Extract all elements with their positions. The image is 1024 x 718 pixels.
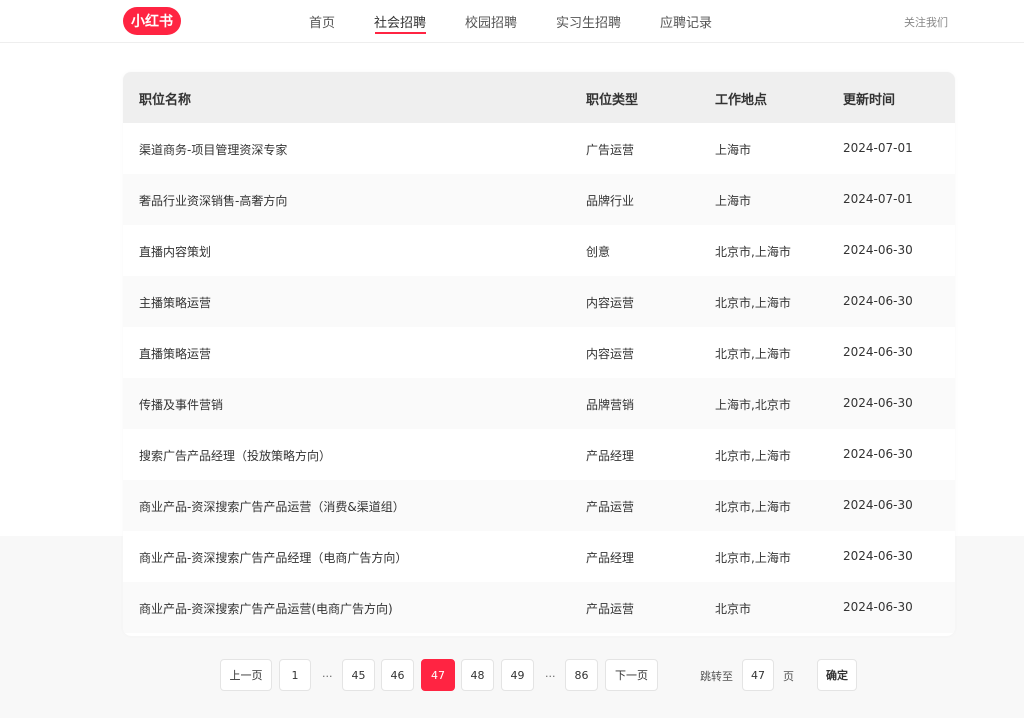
job-title[interactable]: 传播及事件营销 <box>139 396 223 413</box>
table-row[interactable]: 商业产品-资深搜索广告产品经理（电商广告方向） 产品经理 北京市,上海市 202… <box>123 531 955 582</box>
jump-page-suffix: 页 <box>783 670 794 683</box>
job-location: 北京市,上海市 <box>715 347 791 361</box>
job-updated: 2024-06-30 <box>843 294 913 308</box>
job-title[interactable]: 奢品行业资深销售-高奢方向 <box>139 192 287 209</box>
job-type: 广告运营 <box>586 143 635 157</box>
nav-home[interactable]: 首页 <box>309 12 335 31</box>
page-button-1[interactable]: 1 <box>279 659 311 691</box>
job-updated: 2024-07-01 <box>843 192 913 206</box>
job-type: 品牌行业 <box>586 194 635 208</box>
jump-page-input[interactable] <box>742 659 774 691</box>
table-row[interactable]: 商业产品-资深搜索广告产品运营(电商广告方向) 产品运营 北京市 2024-06… <box>123 582 955 633</box>
job-location: 北京市,上海市 <box>715 449 791 463</box>
job-type: 品牌营销 <box>586 398 635 412</box>
job-title[interactable]: 直播内容策划 <box>139 243 211 260</box>
job-type: 内容运营 <box>586 296 635 310</box>
job-type: 产品运营 <box>586 500 635 514</box>
table-row[interactable]: 传播及事件营销 品牌营销 上海市,北京市 2024-06-30 <box>123 378 955 429</box>
page-button-46[interactable]: 46 <box>381 659 414 691</box>
job-type: 产品运营 <box>586 602 635 616</box>
job-title[interactable]: 商业产品-资深搜索广告产品运营(电商广告方向) <box>139 600 393 617</box>
nav-active-indicator <box>375 32 426 34</box>
table-row[interactable]: 渠道商务-项目管理资深专家 广告运营 上海市 2024-07-01 <box>123 123 955 174</box>
column-header-type: 职位类型 <box>586 93 639 108</box>
job-title[interactable]: 商业产品-资深搜索广告产品经理（电商广告方向） <box>139 549 407 566</box>
job-location: 北京市,上海市 <box>715 296 791 310</box>
prev-page-button[interactable]: 上一页 <box>220 659 272 691</box>
job-location: 北京市,上海市 <box>715 551 791 565</box>
page-button-48[interactable]: 48 <box>461 659 494 691</box>
job-title[interactable]: 渠道商务-项目管理资深专家 <box>139 141 287 158</box>
job-updated: 2024-06-30 <box>843 600 913 614</box>
page-button-47-current[interactable]: 47 <box>421 659 455 691</box>
job-location: 上海市,北京市 <box>715 398 791 412</box>
job-type: 产品经理 <box>586 449 635 463</box>
job-updated: 2024-06-30 <box>843 447 913 461</box>
column-header-location: 工作地点 <box>715 93 768 108</box>
nav-application-records[interactable]: 应聘记录 <box>660 12 712 31</box>
job-location: 上海市 <box>715 194 752 208</box>
job-updated: 2024-06-30 <box>843 549 913 563</box>
table-row[interactable]: 直播策略运营 内容运营 北京市,上海市 2024-06-30 <box>123 327 955 378</box>
column-header-updated: 更新时间 <box>843 93 896 108</box>
job-location: 北京市,上海市 <box>715 500 791 514</box>
job-type: 内容运营 <box>586 347 635 361</box>
job-title[interactable]: 主播策略运营 <box>139 294 211 311</box>
job-type: 创意 <box>586 245 611 259</box>
nav-intern-recruitment[interactable]: 实习生招聘 <box>556 12 621 31</box>
jump-confirm-button[interactable]: 确定 <box>817 659 857 691</box>
job-updated: 2024-06-30 <box>843 498 913 512</box>
page-button-86[interactable]: 86 <box>565 659 598 691</box>
job-updated: 2024-06-30 <box>843 345 913 359</box>
table-row[interactable]: 主播策略运营 内容运营 北京市,上海市 2024-06-30 <box>123 276 955 327</box>
job-updated: 2024-07-01 <box>843 141 913 155</box>
page-ellipsis: ... <box>322 667 333 680</box>
jump-to-label: 跳转至 <box>700 670 733 683</box>
nav-campus-recruitment[interactable]: 校园招聘 <box>465 12 517 31</box>
top-header: 小红书 首页 社会招聘 校园招聘 实习生招聘 应聘记录 关注我们 <box>0 0 1024 43</box>
table-row[interactable]: 搜索广告产品经理（投放策略方向） 产品经理 北京市,上海市 2024-06-30 <box>123 429 955 480</box>
job-title[interactable]: 直播策略运营 <box>139 345 211 362</box>
job-type: 产品经理 <box>586 551 635 565</box>
table-row[interactable]: 商业产品-资深搜索广告产品运营（消费&渠道组） 产品运营 北京市,上海市 202… <box>123 480 955 531</box>
job-location: 上海市 <box>715 143 752 157</box>
xiaohongshu-logo[interactable]: 小红书 <box>123 7 181 35</box>
page-ellipsis: ... <box>545 667 556 680</box>
table-row[interactable]: 直播内容策划 创意 北京市,上海市 2024-06-30 <box>123 225 955 276</box>
table-header: 职位名称 职位类型 工作地点 更新时间 <box>123 72 955 123</box>
job-updated: 2024-06-30 <box>843 243 913 257</box>
job-table: 职位名称 职位类型 工作地点 更新时间 渠道商务-项目管理资深专家 广告运营 上… <box>123 72 955 636</box>
page-button-45[interactable]: 45 <box>342 659 375 691</box>
next-page-button[interactable]: 下一页 <box>605 659 658 691</box>
follow-us-link[interactable]: 关注我们 <box>904 14 948 30</box>
job-title[interactable]: 商业产品-资深搜索广告产品运营（消费&渠道组） <box>139 498 405 515</box>
page-button-49[interactable]: 49 <box>501 659 534 691</box>
job-location: 北京市 <box>715 602 752 616</box>
nav-social-recruitment[interactable]: 社会招聘 <box>374 12 426 31</box>
job-location: 北京市,上海市 <box>715 245 791 259</box>
job-title[interactable]: 搜索广告产品经理（投放策略方向） <box>139 447 331 464</box>
table-row[interactable]: 奢品行业资深销售-高奢方向 品牌行业 上海市 2024-07-01 <box>123 174 955 225</box>
column-header-title: 职位名称 <box>139 93 192 108</box>
job-updated: 2024-06-30 <box>843 396 913 410</box>
